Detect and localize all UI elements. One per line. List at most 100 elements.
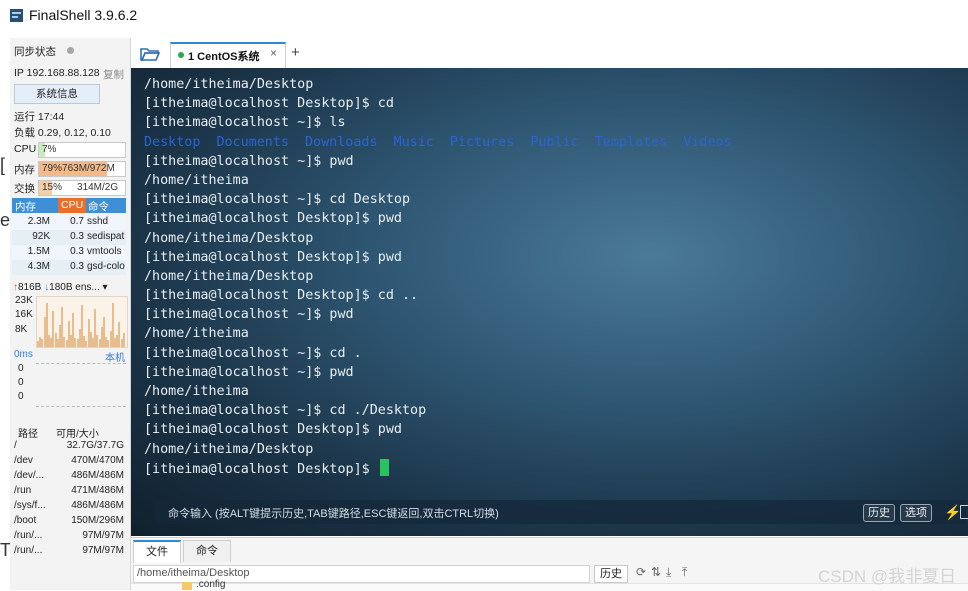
disk-row[interactable]: /sys/f... 486M/486M <box>12 499 126 514</box>
remote-path-text[interactable]: /home/itheima/Desktop <box>137 567 250 579</box>
title-bar <box>10 8 968 38</box>
process-mem: 4.3M <box>27 261 50 272</box>
terminal-line-text: /home/itheima/Desktop <box>144 230 314 246</box>
history-button[interactable]: 历史 <box>863 504 895 522</box>
process-mem: 2.3M <box>27 216 50 227</box>
folder-open-icon[interactable] <box>140 46 160 62</box>
terminal-line-text: [itheima@localhost Desktop]$ pwd <box>144 422 402 438</box>
disk-header-path[interactable]: 路径 <box>18 425 38 440</box>
process-row[interactable]: 92K 0.3 sedispat <box>12 230 126 245</box>
process-mem: 92K <box>32 231 50 242</box>
download-icon[interactable]: ⤓ <box>666 565 671 580</box>
disk-path: /boot <box>14 515 37 526</box>
process-row[interactable]: 2.3M 0.7 sshd <box>12 215 126 230</box>
file-name[interactable]: .config <box>196 579 225 590</box>
network-interface-select[interactable]: ens... <box>75 282 99 293</box>
terminal-line-text: /home/itheima/Desktop <box>144 268 314 284</box>
terminal-line-text: [itheima@localhost Desktop]$ cd <box>144 96 394 112</box>
terminal-line: [itheima@localhost ~]$ pwd <box>144 152 748 171</box>
disk-size: 486M/486M <box>71 470 124 481</box>
uptime: 运行 17:44 <box>14 111 65 123</box>
ping-chart <box>36 363 126 407</box>
process-cpu: 0.3 <box>70 261 84 272</box>
cpu-usage-value: 7% <box>42 144 57 155</box>
tab-commands[interactable]: 命令 <box>183 540 231 562</box>
swap-label: 交换 <box>14 183 35 195</box>
terminal-line: [itheima@localhost ~]$ pwd <box>144 363 748 382</box>
copy-ip-link[interactable]: 复制 <box>103 67 124 82</box>
terminal-line: [itheima@localhost Desktop]$ cd .. <box>144 286 748 305</box>
swap-usage-bar: 15% 314M/2G <box>38 180 126 196</box>
disk-header-size[interactable]: 可用/大小 <box>56 425 99 440</box>
disk-row[interactable]: /dev/... 486M/486M <box>12 469 126 484</box>
folder-icon <box>182 582 192 590</box>
ping-axis-label: 0 <box>18 363 24 374</box>
path-history-button[interactable]: 历史 <box>594 565 628 583</box>
proc-header-cmd[interactable]: 命令 <box>88 199 109 214</box>
terminal-line: /home/itheima <box>144 382 748 401</box>
disk-path: /dev/... <box>14 470 45 481</box>
tab-label[interactable]: 1 CentOS系统 <box>188 48 260 64</box>
connection-status-dot-icon <box>178 52 184 58</box>
terminal-line: /home/itheima/Desktop <box>144 75 748 94</box>
ls-directory-entry: Public <box>530 134 579 150</box>
terminal-line-text: [itheima@localhost Desktop]$ pwd <box>144 249 402 265</box>
panel-toggle-icon[interactable] <box>960 505 968 519</box>
disk-path: /dev <box>14 455 33 466</box>
command-input-bar[interactable]: 命令输入 (按ALT键提示历史,TAB键路径,ESC键返回,双击CTRL切换) … <box>154 500 968 524</box>
process-row[interactable]: 4.3M 0.3 gsd-colo <box>12 260 126 275</box>
terminal-line: [itheima@localhost Desktop]$ pwd <box>144 420 748 439</box>
upload-icon[interactable]: ⤒ <box>682 565 687 580</box>
process-cmd: vmtools <box>87 246 122 257</box>
disk-size: 471M/486M <box>71 485 124 496</box>
terminal-line-text: /home/itheima/Desktop <box>144 441 314 457</box>
terminal-line-text: /home/itheima <box>144 326 249 342</box>
process-row[interactable]: 1.5M 0.3 vmtools <box>12 245 126 260</box>
terminal-line-text: /home/itheima/Desktop <box>144 77 314 92</box>
options-button[interactable]: 选项 <box>900 504 932 522</box>
load-average: 负载 0.29, 0.12, 0.10 <box>14 127 111 139</box>
disk-row[interactable]: /boot 150M/296M <box>12 514 126 529</box>
terminal-area[interactable]: /home/itheima/Desktop [itheima@localhost … <box>131 68 968 536</box>
terminal-line-text: [itheima@localhost ~]$ ls <box>144 115 346 131</box>
terminal-line-text: /home/itheima <box>144 384 249 399</box>
process-cpu: 0.3 <box>70 246 84 257</box>
refresh-icon[interactable]: ⟳ <box>636 565 646 579</box>
process-mem: 1.5M <box>27 246 50 257</box>
disk-row[interactable]: /dev 470M/470M <box>12 454 126 469</box>
add-tab-icon[interactable]: + <box>291 44 300 61</box>
terminal-line-text: [itheima@localhost Desktop]$ pwd <box>144 211 402 227</box>
disk-row[interactable]: /run 471M/486M <box>12 484 126 499</box>
terminal-line-text: [itheima@localhost ~]$ cd . <box>144 345 362 361</box>
close-tab-icon[interactable]: × <box>270 46 277 60</box>
ping-host-select[interactable]: 本机 <box>105 349 125 364</box>
network-speed: ↑816B ↓180B ens... ▾ <box>13 282 108 293</box>
proc-header-cpu[interactable]: CPU <box>58 198 87 213</box>
disk-row[interactable]: / 32.7G/37.7G <box>12 439 126 454</box>
process-cmd: sedispat <box>87 231 125 242</box>
chevron-down-icon[interactable]: ▾ <box>103 282 108 293</box>
ping-latency: 0ms <box>14 349 33 360</box>
terminal-line-text: [itheima@localhost Desktop]$ cd .. <box>144 288 419 304</box>
ls-directory-entry: Videos <box>683 134 732 150</box>
system-info-button[interactable]: 系统信息 <box>14 84 100 104</box>
disk-row[interactable]: /run/... 97M/97M <box>12 529 126 544</box>
ls-directory-entry: Desktop <box>144 134 201 150</box>
sync-icon[interactable]: ⇅ <box>651 565 661 579</box>
command-input-hint[interactable]: 命令输入 (按ALT键提示历史,TAB键路径,ESC键返回,双击CTRL切换) <box>168 505 499 521</box>
tab-files[interactable]: 文件 <box>133 540 181 563</box>
terminal-line: [itheima@localhost Desktop]$ pwd <box>144 248 748 267</box>
terminal-line: [itheima@localhost ~]$ ls <box>144 113 748 132</box>
network-traffic-bar <box>122 333 125 347</box>
net-axis-label: 8K <box>15 324 28 335</box>
lightning-icon[interactable]: ⚡ <box>944 504 961 521</box>
terminal-line-text: [itheima@localhost ~]$ pwd <box>144 153 354 169</box>
disk-row[interactable]: /run/... 97M/97M <box>12 544 126 559</box>
proc-header-mem[interactable]: 内存 <box>15 199 36 214</box>
terminal-line-text: [itheima@localhost ~]$ cd ./Desktop <box>144 403 427 419</box>
terminal-line: /home/itheima/Desktop <box>144 229 748 248</box>
terminal-line: Desktop Documents Downloads Music Pictures Pu… <box>144 133 748 152</box>
disk-size: 32.7G/37.7G <box>66 440 124 451</box>
cpu-label: CPU <box>14 143 37 155</box>
terminal-cursor <box>379 458 389 476</box>
